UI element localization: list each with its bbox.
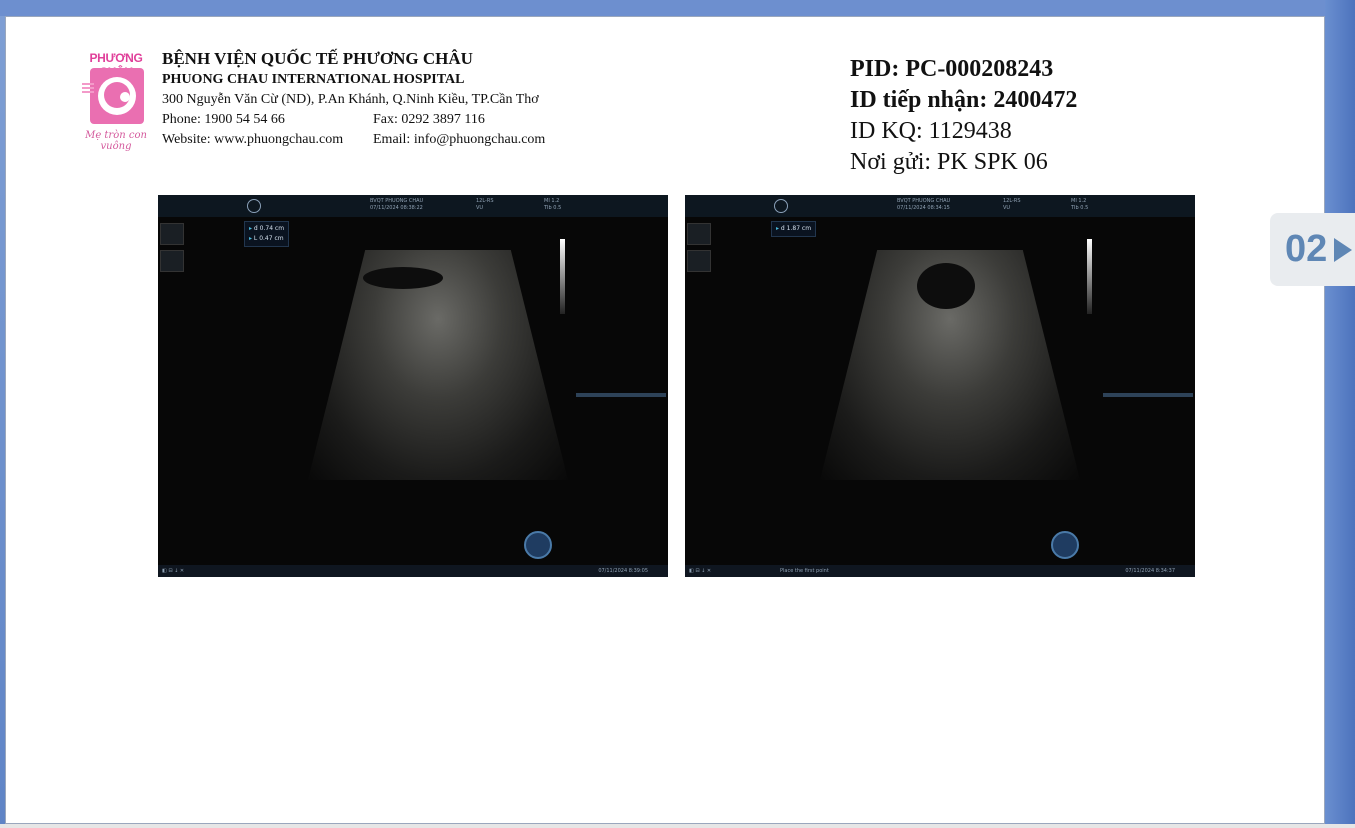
page-indicator: 02 <box>1285 228 1328 270</box>
hospital-fax: Fax: 0292 3897 116 <box>373 112 485 127</box>
sender: Nơi gửi: PK SPK 06 <box>850 149 1048 175</box>
us-thumbnails[interactable] <box>160 223 212 272</box>
us-footer-time: 07/11/2024 8:34:37 <box>1125 568 1175 574</box>
measure-l: 0.47 cm <box>259 235 284 242</box>
measure-d: 1.87 cm <box>786 225 812 232</box>
hospital-name-vn: BỆNH VIỆN QUỐC TẾ PHƯƠNG CHÂU <box>162 49 473 68</box>
hospital-name-en: PHUONG CHAU INTERNATIONAL HOSPITAL <box>162 72 465 87</box>
measure-d: 0.74 cm <box>259 225 285 232</box>
us-measurements: ▸ d 1.87 cm <box>771 221 817 237</box>
us-progress-bar <box>576 393 666 397</box>
document-page: PHƯƠNG CHÂU Mẹ tròn con vuông BỆNH VIỆN … <box>5 16 1325 824</box>
us-tib: TIb 0.5 <box>544 205 562 211</box>
us-facility: BVQT PHUONG CHAU <box>897 198 951 204</box>
us-preset: VU <box>1003 205 1011 211</box>
us-trackball-icon[interactable] <box>1051 531 1079 559</box>
us-tib: TIb 0.5 <box>1071 205 1089 211</box>
us-footer: ◧ ⊟ ↓ ✕ Place the first point 07/11/2024… <box>685 565 1195 577</box>
us-footer-icons[interactable]: ◧ ⊟ ↓ ✕ <box>162 565 184 577</box>
us-preset: VU <box>476 205 484 211</box>
logo-slogan: Mẹ tròn con vuông <box>85 130 147 152</box>
us-facility: BVQT PHUONG CHAU <box>370 198 424 204</box>
ge-logo-icon <box>247 199 261 213</box>
us-mi: MI 1.2 <box>1071 198 1087 204</box>
us-footer-status: Place the first point <box>780 568 829 574</box>
us-greyscale-bar <box>1087 239 1092 314</box>
bottom-strip <box>0 824 1355 828</box>
next-page-button[interactable]: 02 <box>1270 213 1355 286</box>
us-mi: MI 1.2 <box>544 198 560 204</box>
reception-id: ID tiếp nhận: 2400472 <box>850 87 1078 113</box>
us-trackball-icon[interactable] <box>524 531 552 559</box>
us-header: BVQT PHUONG CHAU 07/11/2024 08:38:22 12L… <box>158 195 668 217</box>
us-datetime: 07/11/2024 08:34:15 <box>897 205 950 211</box>
play-arrow-icon <box>1334 238 1352 262</box>
us-measurements: ▸ d 0.74 cm ▸ L 0.47 cm <box>244 221 290 247</box>
hospital-phone: Phone: 1900 54 54 66 <box>162 112 285 127</box>
patient-ids: PID: PC-000208243 ID tiếp nhận: 2400472 … <box>850 54 1077 178</box>
result-id: ID KQ: 1129438 <box>850 118 1012 144</box>
us-footer-icons[interactable]: ◧ ⊟ ↓ ✕ <box>689 565 711 577</box>
hospital-info: BỆNH VIỆN QUỐC TẾ PHƯƠNG CHÂU PHUONG CHA… <box>162 48 545 150</box>
us-greyscale-bar <box>560 239 565 314</box>
us-scan-area <box>308 250 568 480</box>
us-header: BVQT PHUONG CHAU 07/11/2024 08:34:15 12L… <box>685 195 1195 217</box>
us-footer-time: 07/11/2024 8:39:05 <box>598 568 648 574</box>
ultrasound-image-1: BVQT PHUONG CHAU 07/11/2024 08:38:22 12L… <box>158 195 668 577</box>
us-thumbnails[interactable] <box>687 223 739 272</box>
us-lesion <box>917 263 975 309</box>
us-probe: 12L-RS <box>1003 198 1021 204</box>
us-datetime: 07/11/2024 08:38:22 <box>370 205 423 211</box>
hospital-logo: PHƯƠNG CHÂU Mẹ tròn con vuông <box>72 51 160 152</box>
us-footer: ◧ ⊟ ↓ ✕ 07/11/2024 8:39:05 <box>158 565 668 577</box>
us-lesion <box>363 267 443 289</box>
window-top-bar <box>0 0 1355 16</box>
hospital-address: 300 Nguyễn Văn Cừ (ND), P.An Khánh, Q.Ni… <box>162 92 539 107</box>
pid: PID: PC-000208243 <box>850 56 1054 82</box>
scrollbar-area[interactable] <box>1325 0 1355 828</box>
us-probe: 12L-RS <box>476 198 494 204</box>
logo-mark-icon <box>90 68 144 124</box>
ge-logo-icon <box>774 199 788 213</box>
ultrasound-image-2: BVQT PHUONG CHAU 07/11/2024 08:34:15 12L… <box>685 195 1195 577</box>
hospital-website: Website: www.phuongchau.com <box>162 132 344 147</box>
logo-lines-icon <box>82 81 94 93</box>
hospital-email: Email: info@phuongchau.com <box>373 132 546 147</box>
us-progress-bar <box>1103 393 1193 397</box>
